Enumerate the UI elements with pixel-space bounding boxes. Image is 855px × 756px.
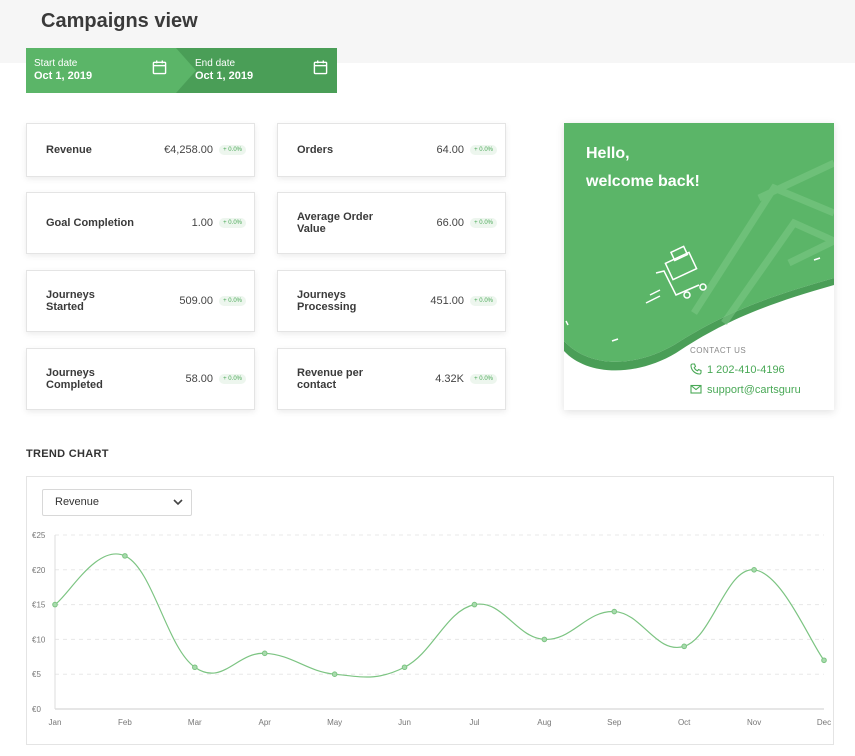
y-tick-label: €15 [32, 601, 46, 610]
greeting-line-1: Hello, [586, 145, 630, 162]
welcome-card: Hello, welcome back! CONTACT US 1 202-41… [564, 123, 834, 410]
data-point [471, 601, 478, 608]
x-tick-label: Feb [118, 718, 132, 727]
data-point [52, 601, 58, 608]
page-title: Campaigns view [41, 10, 198, 32]
metric-value: 1.00 [191, 217, 213, 229]
metric-name: Orders [297, 144, 334, 156]
end-date[interactable]: End date Oct 1, 2019 [195, 58, 253, 82]
end-date-value: Oct 1, 2019 [195, 70, 254, 82]
metric-card-goal-completion: Goal Completion 1.00 + 0.0% [26, 192, 255, 254]
series-line [54, 553, 825, 678]
metric-card-journeys-completed: Journeys Completed 58.00 + 0.0% [26, 348, 255, 410]
chevron-down-icon [173, 499, 183, 506]
metric-value: 509.00 [179, 295, 213, 307]
metric-name: Revenue [46, 144, 92, 156]
metric-name: Goal Completion [46, 217, 134, 229]
x-tick-label: Jan [49, 718, 62, 727]
start-date-value: Oct 1, 2019 [34, 70, 93, 82]
phone-number: 1 202-410-4196 [707, 364, 785, 376]
contact-email[interactable]: support@cartsguru [690, 383, 801, 396]
date-range-bar: Start date Oct 1, 2019 End date Oct 1, 2… [26, 48, 337, 93]
change-badge: + 0.0% [219, 296, 246, 306]
data-point [541, 636, 548, 643]
metric-value: 66.00 [436, 217, 464, 229]
data-point [751, 567, 757, 573]
metric-card-journeys-started: Journeys Started 509.00 + 0.0% [26, 270, 255, 332]
trend-chart: €0 €5 €10 €15 €20 €25 Jan Feb Mar Apr May Jun Jul Aug… [32, 531, 831, 727]
change-badge: + 0.0% [470, 374, 497, 384]
x-tick-label: Jun [398, 718, 411, 727]
metric-value: 58.00 [185, 373, 213, 385]
x-tick-label: Apr [259, 718, 272, 727]
metric-name: Journeys Completed [46, 367, 103, 391]
y-tick-label: €0 [32, 705, 41, 714]
metric-card-revenue-per-contact: Revenue per contact 4.32K + 0.0% [277, 348, 506, 410]
trend-chart-title: TREND CHART [26, 448, 109, 460]
metric-card-average-order-value: Average Order Value 66.00 + 0.0% [277, 192, 506, 254]
welcome-greeting: Hello, welcome back! [586, 140, 700, 196]
change-badge: + 0.0% [470, 145, 497, 155]
change-badge: + 0.0% [470, 296, 497, 306]
x-tick-label: May [327, 718, 342, 727]
y-tick-label: €10 [32, 635, 46, 644]
data-point [611, 608, 618, 615]
data-point [821, 657, 827, 664]
contact-phone[interactable]: 1 202-410-4196 [690, 363, 785, 376]
metric-value: 451.00 [430, 295, 464, 307]
greeting-line-2: welcome back! [586, 173, 700, 190]
phone-icon [690, 363, 702, 375]
metric-value: €4,258.00 [164, 144, 213, 156]
data-point [401, 664, 408, 671]
data-point [192, 664, 198, 671]
change-badge: + 0.0% [219, 374, 246, 384]
x-tick-label: Dec [817, 718, 831, 727]
x-tick-label: Sep [607, 718, 622, 727]
start-date-label: Start date [34, 58, 78, 69]
metric-name: Journeys Started [46, 289, 95, 313]
email-address: support@cartsguru [707, 384, 801, 396]
x-tick-label: Oct [678, 718, 691, 727]
metric-value: 4.32K [435, 373, 464, 385]
metric-select-value: Revenue [55, 496, 100, 508]
metric-card-orders: Orders 64.00 + 0.0% [277, 123, 506, 177]
metric-name: Average Order Value [297, 211, 374, 235]
change-badge: + 0.0% [470, 218, 497, 228]
y-tick-label: €20 [32, 566, 46, 575]
end-date-label: End date [195, 58, 236, 69]
metric-name: Journeys Processing [297, 289, 357, 313]
data-point [681, 643, 687, 650]
y-tick-label: €5 [32, 670, 41, 679]
metric-card-revenue: Revenue €4,258.00 + 0.0% [26, 123, 255, 177]
x-tick-label: Nov [747, 718, 761, 727]
metric-value: 64.00 [436, 144, 464, 156]
calendar-icon[interactable] [152, 60, 167, 75]
change-badge: + 0.0% [219, 145, 246, 155]
metric-name: Revenue per contact [297, 367, 364, 391]
x-tick-label: Mar [188, 718, 202, 727]
metric-select[interactable]: Revenue [42, 489, 192, 516]
x-tick-label: Aug [537, 718, 551, 727]
data-point [122, 553, 128, 559]
y-tick-label: €25 [32, 531, 46, 540]
calendar-icon[interactable] [313, 60, 328, 75]
change-badge: + 0.0% [219, 218, 246, 228]
trend-chart-panel: €0 €5 €10 €15 €20 €25 Jan Feb Mar Apr May Jun Jul Aug… [26, 476, 834, 745]
mail-icon [690, 384, 702, 394]
data-point [261, 650, 268, 657]
start-date[interactable]: Start date Oct 1, 2019 [34, 58, 92, 82]
data-point [331, 671, 338, 677]
metric-card-journeys-processing: Journeys Processing 451.00 + 0.0% [277, 270, 506, 332]
contact-label: CONTACT US [690, 346, 747, 355]
x-tick-label: Jul [469, 718, 479, 727]
